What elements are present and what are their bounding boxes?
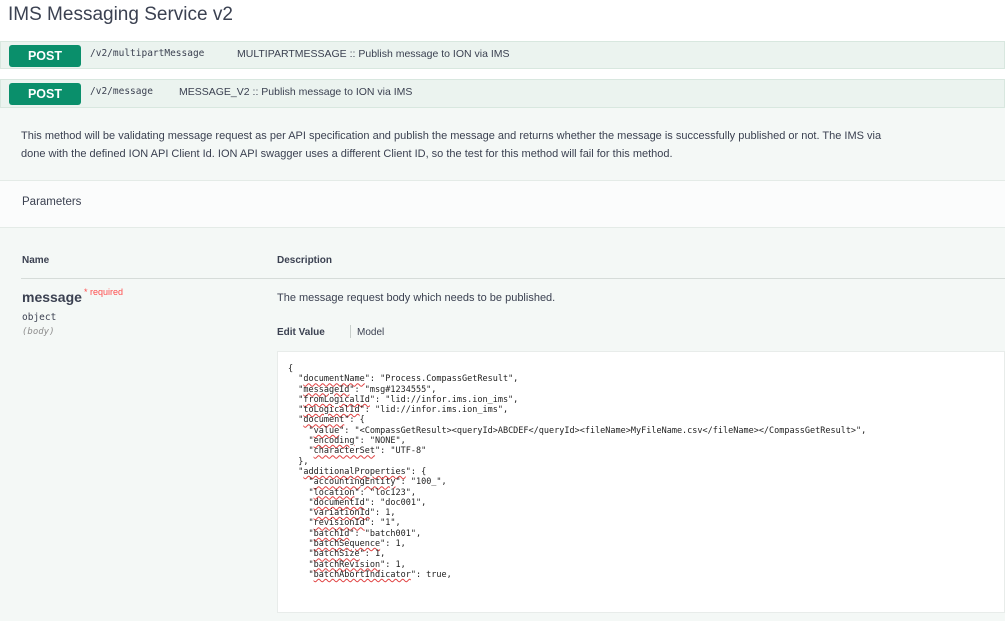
parameter-type: object — [22, 312, 57, 323]
description-line: done with the defined ION API Client Id.… — [21, 148, 673, 160]
parameters-section-header: Parameters — [0, 180, 1005, 228]
parameter-name: message — [22, 289, 82, 305]
body-editor-text[interactable]: { "documentName": "Process.CompassGetRes… — [278, 352, 1004, 580]
column-header-description: Description — [277, 255, 333, 266]
operation-message[interactable]: POST /v2/message MESSAGE_V2 :: Publish m… — [0, 79, 1005, 108]
parameter-location: (body) — [22, 327, 55, 337]
description-line: This method will be validating message r… — [21, 130, 882, 142]
required-marker: * required — [84, 287, 124, 297]
parameter-description: The message request body which needs to … — [277, 292, 556, 304]
tab-model[interactable]: Model — [357, 327, 384, 338]
operation-summary: MULTIPARTMESSAGE :: Publish message to I… — [237, 48, 510, 60]
operation-multipart-message[interactable]: POST /v2/multipartMessage MULTIPARTMESSA… — [0, 41, 1005, 69]
page-title: IMS Messaging Service v2 — [8, 4, 233, 25]
operation-description: This method will be validating message r… — [21, 127, 1001, 163]
tab-separator — [350, 325, 351, 338]
operation-summary: MESSAGE_V2 :: Publish message to ION via… — [179, 86, 413, 98]
operation-path: /v2/message — [90, 86, 153, 97]
post-method-badge: POST — [9, 45, 81, 67]
header-divider — [21, 278, 1005, 279]
post-method-badge: POST — [9, 83, 81, 105]
tab-edit-value[interactable]: Edit Value — [277, 327, 325, 338]
parameters-heading: Parameters — [22, 196, 82, 208]
column-header-name: Name — [22, 255, 50, 266]
body-editor[interactable]: { "documentName": "Process.CompassGetRes… — [277, 351, 1005, 613]
operation-path: /v2/multipartMessage — [90, 48, 205, 59]
